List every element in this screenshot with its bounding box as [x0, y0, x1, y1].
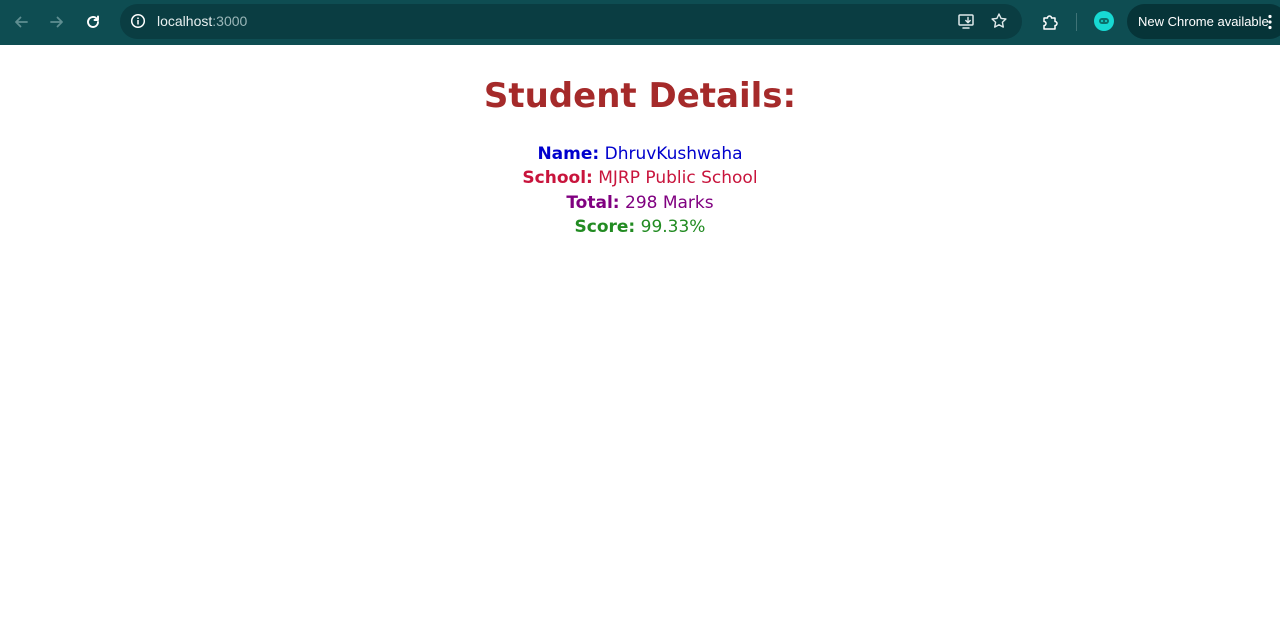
toolbar-divider — [1076, 13, 1077, 31]
extensions-button[interactable] — [1039, 11, 1061, 33]
address-bar[interactable]: localhost:3000 — [120, 4, 1022, 39]
info-icon — [130, 13, 146, 29]
url-port: :3000 — [212, 13, 248, 29]
puzzle-icon — [1043, 15, 1058, 30]
reload-button[interactable] — [82, 11, 104, 33]
forward-button[interactable] — [46, 11, 68, 33]
url-host: localhost — [157, 13, 213, 29]
back-button[interactable] — [10, 11, 32, 33]
total-value: 298 Marks — [625, 192, 714, 213]
install-app-icon — [958, 14, 974, 29]
name-label: Name: — [537, 144, 600, 164]
detail-row-score: Score: 99.33% — [0, 215, 1280, 239]
detail-row-name: Name: DhruvKushwaha — [0, 142, 1280, 166]
school-label: School: — [522, 168, 593, 189]
url-text: localhost:3000 — [157, 13, 247, 29]
star-icon — [991, 13, 1007, 28]
detail-row-total: Total: 298 Marks — [0, 191, 1280, 215]
new-chrome-available-button[interactable]: New Chrome available — [1127, 4, 1280, 39]
score-value: 99.33% — [640, 216, 706, 237]
school-value: MJRP Public School — [598, 168, 758, 189]
browser-toolbar: localhost:3000 New Chrome available — [0, 0, 1280, 45]
name-value: DhruvKushwaha — [604, 144, 743, 164]
total-label: Total: — [566, 192, 620, 213]
bookmark-button[interactable] — [989, 11, 1009, 31]
kebab-menu-icon — [1268, 14, 1272, 30]
back-arrow-icon — [15, 16, 28, 28]
profile-icon — [1099, 18, 1109, 24]
score-label: Score: — [574, 216, 636, 237]
page-title: Student Details: — [483, 76, 797, 116]
install-app-button[interactable] — [956, 11, 976, 31]
site-info-button[interactable] — [128, 11, 148, 31]
update-label: New Chrome available — [1138, 14, 1269, 29]
page-content: Student Details: Name: DhruvKushwaha Sch… — [0, 45, 1280, 239]
detail-row-school: School: MJRP Public School — [0, 166, 1280, 190]
forward-arrow-icon — [50, 16, 63, 28]
reload-icon — [87, 15, 99, 28]
avatar[interactable] — [1094, 11, 1114, 31]
student-details: Name: DhruvKushwaha School: MJRP Public … — [0, 142, 1280, 239]
